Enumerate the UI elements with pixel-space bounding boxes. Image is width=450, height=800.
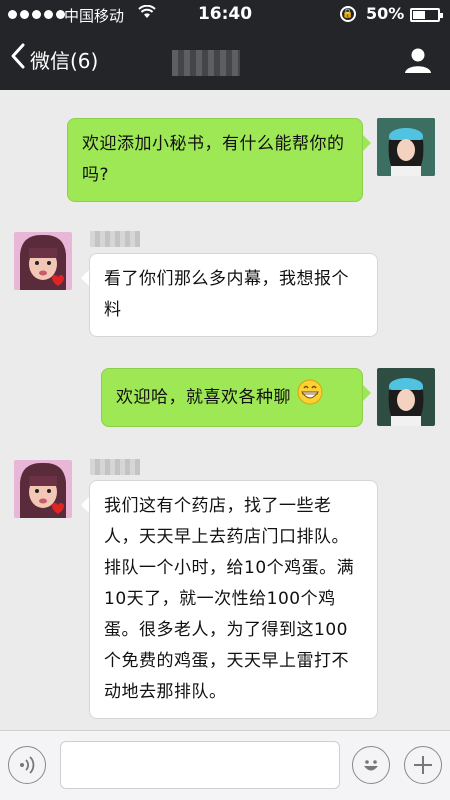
back-button[interactable]: 微信(6) xyxy=(10,42,98,76)
contact-nickname-redacted xyxy=(90,459,140,475)
chat-area[interactable]: 欢迎添加小秘书，有什么能帮你的吗? 看了你们那么多内幕，我想报个料 欢迎哈，就喜… xyxy=(0,90,450,730)
contact-name-redacted xyxy=(172,50,240,76)
plus-icon[interactable] xyxy=(404,746,442,784)
my-avatar[interactable] xyxy=(377,368,435,426)
battery-icon xyxy=(410,8,443,22)
message-input[interactable] xyxy=(60,741,340,789)
message-text: 我们这有个药店，找了一些老人，天天早上去药店门口排队。排队一个小时，给10个鸡蛋… xyxy=(104,496,355,702)
status-bar: 中国移动 16:40 🔒 50% xyxy=(0,0,450,30)
my-avatar[interactable] xyxy=(377,118,435,176)
back-label: 微信(6) xyxy=(30,48,99,73)
nav-bar: 微信(6) xyxy=(0,30,450,90)
person-icon[interactable] xyxy=(404,46,432,74)
battery-percent: 50% xyxy=(366,4,405,23)
message-text: 欢迎添加小秘书，有什么能帮你的吗? xyxy=(82,134,345,185)
input-bar xyxy=(0,730,450,800)
message-bubble-incoming[interactable]: 我们这有个药店，找了一些老人，天天早上去药店门口排队。排队一个小时，给10个鸡蛋… xyxy=(81,480,378,719)
message-bubble-outgoing[interactable]: 欢迎添加小秘书，有什么能帮你的吗? xyxy=(67,118,371,202)
rotation-lock-icon: 🔒 xyxy=(340,6,356,22)
message-text: 看了你们那么多内幕，我想报个料 xyxy=(104,269,349,320)
chevron-left-icon xyxy=(10,42,26,76)
voice-icon[interactable] xyxy=(8,746,46,784)
grinning-face-icon xyxy=(297,379,323,416)
emoji-icon[interactable] xyxy=(352,746,390,784)
message-text: 欢迎哈，就喜欢各种聊 xyxy=(116,387,291,408)
contact-avatar[interactable] xyxy=(14,460,72,518)
contact-avatar[interactable] xyxy=(14,232,72,290)
contact-nickname-redacted xyxy=(90,231,140,247)
message-bubble-outgoing[interactable]: 欢迎哈，就喜欢各种聊 xyxy=(101,368,371,427)
message-bubble-incoming[interactable]: 看了你们那么多内幕，我想报个料 xyxy=(81,253,378,337)
header: 中国移动 16:40 🔒 50% 微信(6) xyxy=(0,0,450,90)
